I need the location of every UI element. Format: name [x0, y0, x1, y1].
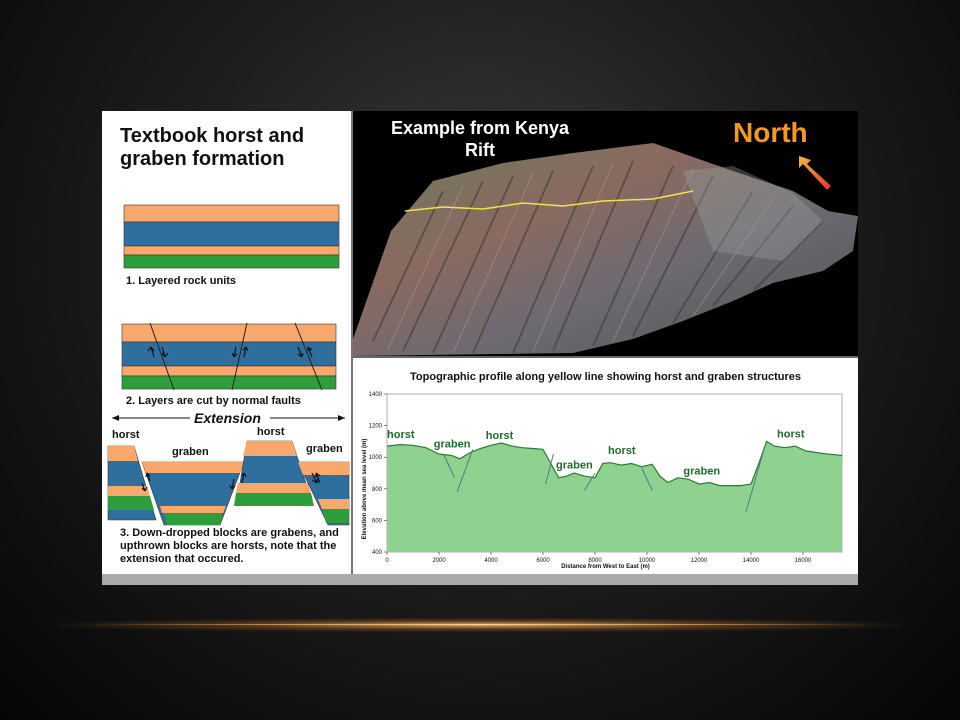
extension-label: Extension — [194, 410, 261, 426]
profile-label-graben: graben — [434, 439, 471, 451]
caption-stage-2: 2. Layers are cut by normal faults — [126, 395, 301, 407]
slide-divider-line — [90, 624, 870, 625]
label-graben-right: graben — [306, 443, 343, 455]
profile-label-horst: horst — [608, 445, 636, 457]
layer-green — [123, 254, 340, 269]
topographic-profile-panel: Topographic profile along yellow line sh… — [353, 356, 858, 576]
north-label: North — [733, 117, 808, 148]
profile-label-horst: horst — [777, 428, 805, 440]
topographic-profile-chart: 4006008001000120014000 2000 4000 6000 8000 10… — [369, 392, 843, 564]
stage-1-diagram — [107, 204, 350, 526]
layer-orange-top — [123, 204, 340, 223]
kenya-rift-title: Example from Kenya Rift — [390, 118, 570, 160]
satellite-image-panel: Example from Kenya Rift North — [353, 111, 858, 356]
layer-blue — [123, 221, 340, 247]
y-tick-label: 1000 — [369, 455, 383, 461]
caption-stage-1: 1. Layered rock units — [126, 275, 237, 287]
slide-glow — [60, 618, 900, 632]
y-tick-label: 1200 — [369, 424, 383, 430]
north-arrow — [799, 156, 831, 190]
layer-orange-thin — [123, 245, 340, 256]
x-axis-label: Distance from West to East (m) — [561, 564, 650, 570]
figure-bottom-bar — [102, 574, 858, 585]
profile-label-graben: graben — [556, 459, 593, 471]
y-tick-label: 400 — [372, 550, 383, 556]
textbook-panel: Textbook horst and graben formation 1. L… — [102, 111, 352, 574]
label-graben-center: graben — [172, 446, 209, 458]
profile-label-horst: horst — [387, 429, 415, 441]
figure: Textbook horst and graben formation 1. L… — [102, 111, 858, 585]
y-tick-label: 1400 — [369, 392, 383, 398]
y-tick-label: 600 — [372, 518, 383, 524]
profile-label-horst: horst — [486, 430, 514, 442]
caption-stage-3: 3. Down-dropped blocks are grabens, and … — [120, 527, 339, 565]
profile-label-graben: graben — [683, 466, 720, 478]
label-horst-left: horst — [112, 429, 140, 441]
y-axis-label: Elevation above mean sea level (m) — [362, 438, 368, 540]
label-horst-center: horst — [257, 426, 285, 438]
y-tick-label: 800 — [372, 487, 383, 493]
